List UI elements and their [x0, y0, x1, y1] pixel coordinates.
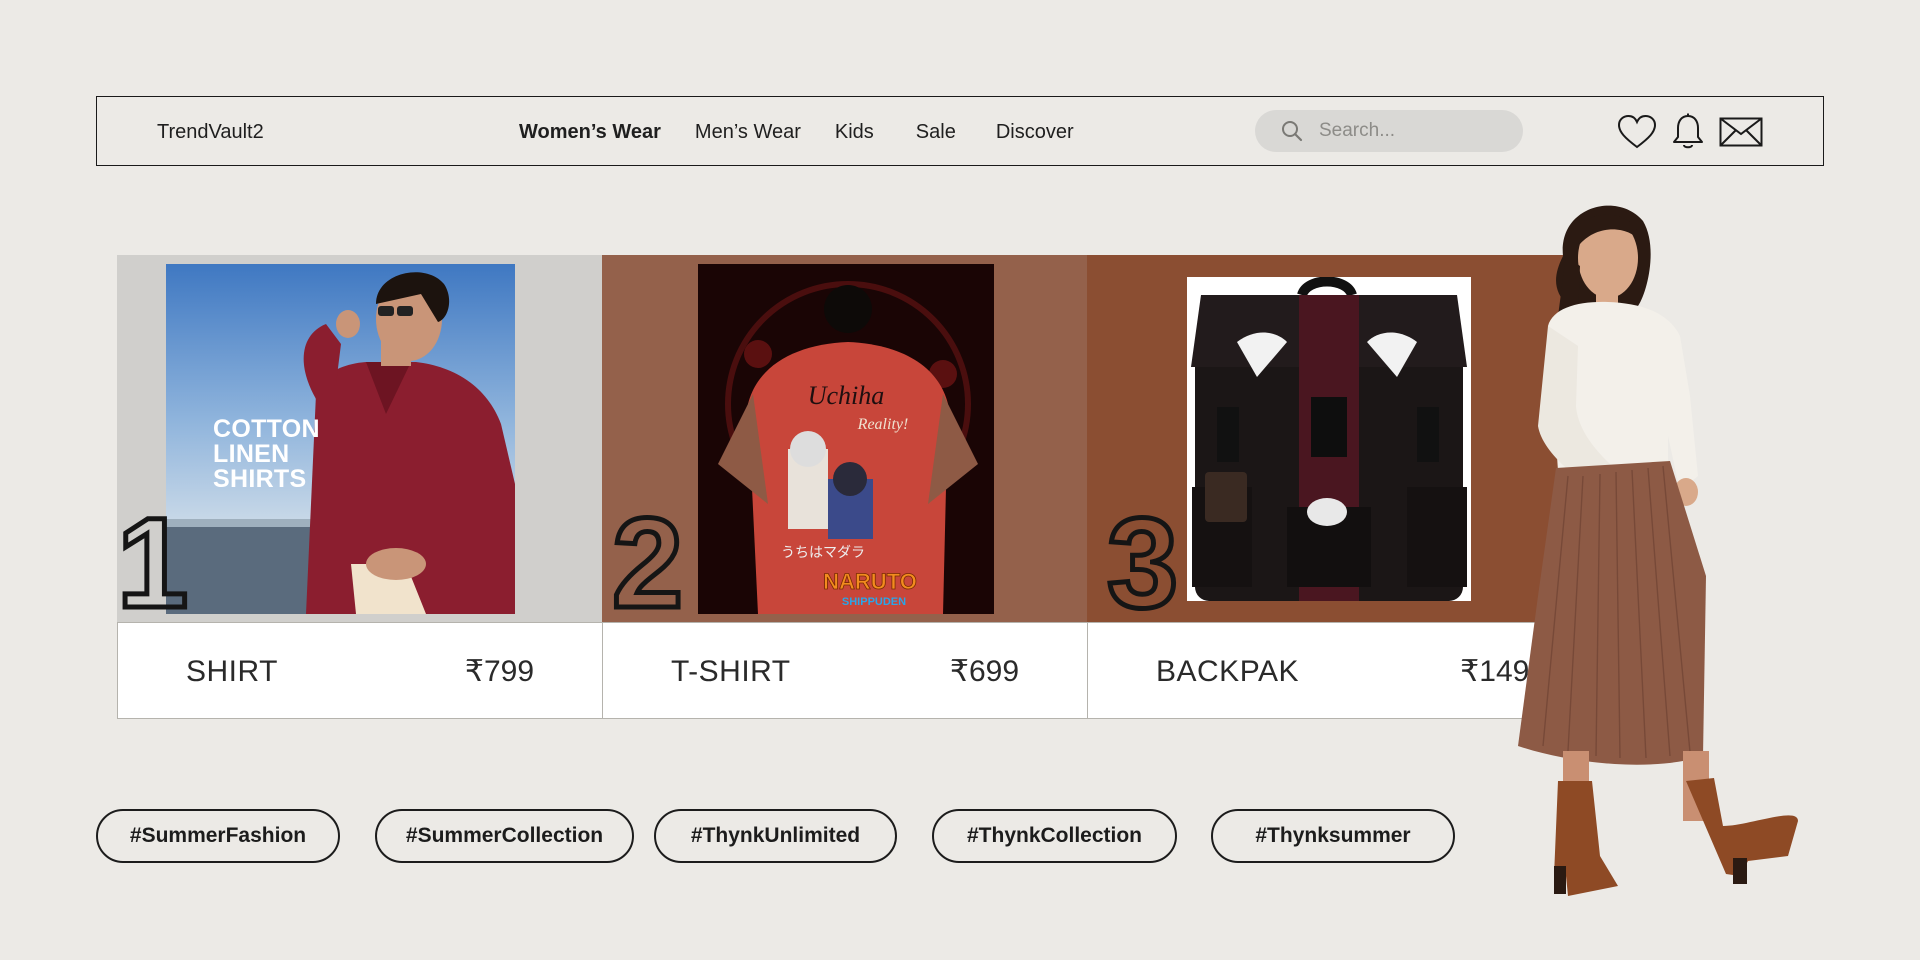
product-name: BACKPAK: [1156, 655, 1299, 688]
heart-icon[interactable]: [1617, 114, 1657, 150]
tshirt-product-photo[interactable]: Uchiha Reality! うちはマダラ NARUTO SHIPPUDEN: [698, 264, 994, 614]
promo-line: COTTON: [213, 415, 320, 443]
svg-text:うちはマダラ: うちはマダラ: [781, 544, 865, 560]
product-image-panel: COTTON LINEN SHIRTS 1: [117, 255, 603, 622]
hashtag-thynk-summer[interactable]: #Thynksummer: [1211, 809, 1455, 863]
svg-text:Reality!: Reality!: [857, 416, 909, 433]
hashtag-thynk-collection[interactable]: #ThynkCollection: [932, 809, 1177, 863]
product-name: T-SHIRT: [671, 655, 791, 688]
svg-text:SHIPPUDEN: SHIPPUDEN: [842, 596, 906, 608]
search-input[interactable]: [1317, 119, 1511, 143]
nav-kids[interactable]: Kids: [835, 121, 874, 144]
promo-overlay-text: COTTON LINEN SHIRTS: [213, 417, 320, 492]
product-price: ₹699: [949, 655, 1019, 688]
nav-sale[interactable]: Sale: [916, 121, 956, 144]
brand-logo[interactable]: TrendVault2: [157, 97, 264, 167]
hashtag-summer-fashion[interactable]: #SummerFashion: [96, 809, 340, 863]
search-icon: [1282, 121, 1303, 142]
rank-number: 1: [117, 492, 191, 622]
product-info-bar: SHIRT ₹799: [117, 622, 603, 719]
nav-discover[interactable]: Discover: [996, 121, 1074, 144]
mail-icon[interactable]: [1719, 117, 1763, 147]
top-navigation-bar: TrendVault2 Women’s Wear Men’s Wear Kids…: [96, 96, 1824, 166]
bell-icon[interactable]: [1671, 113, 1705, 151]
product-card-shirt[interactable]: COTTON LINEN SHIRTS 1 SHIRT ₹799: [117, 255, 603, 719]
product-image-panel: Uchiha Reality! うちはマダラ NARUTO SHIPPUDEN …: [602, 255, 1088, 622]
svg-text:Uchiha: Uchiha: [808, 381, 885, 410]
product-name: SHIRT: [186, 655, 278, 688]
svg-text:NARUTO: NARUTO: [823, 569, 917, 594]
backpack-product-photo[interactable]: [1187, 277, 1471, 601]
rank-number: 3: [1104, 492, 1180, 622]
nav-womens-wear[interactable]: Women’s Wear: [519, 121, 661, 144]
rank-number: 2: [609, 492, 685, 622]
hashtag-thynk-unlimited[interactable]: #ThynkUnlimited: [654, 809, 897, 863]
model-image: [1518, 205, 1798, 896]
hashtag-summer-collection[interactable]: #SummerCollection: [375, 809, 634, 863]
search-bar[interactable]: [1255, 110, 1523, 152]
product-image-panel: 3: [1087, 255, 1573, 622]
product-card-tshirt[interactable]: Uchiha Reality! うちはマダラ NARUTO SHIPPUDEN …: [602, 255, 1088, 719]
product-info-bar: T-SHIRT ₹699: [602, 622, 1088, 719]
product-price: ₹799: [464, 655, 534, 688]
promo-line: LINEN: [213, 440, 290, 468]
promo-line: SHIRTS: [213, 465, 307, 493]
product-info-bar: BACKPAK ₹1499: [1087, 622, 1573, 719]
product-card-backpack[interactable]: 3 BACKPAK ₹1499: [1087, 255, 1573, 719]
nav-mens-wear[interactable]: Men’s Wear: [695, 121, 801, 144]
main-nav: Women’s Wear Men’s Wear Kids Sale Discov…: [519, 97, 1108, 167]
